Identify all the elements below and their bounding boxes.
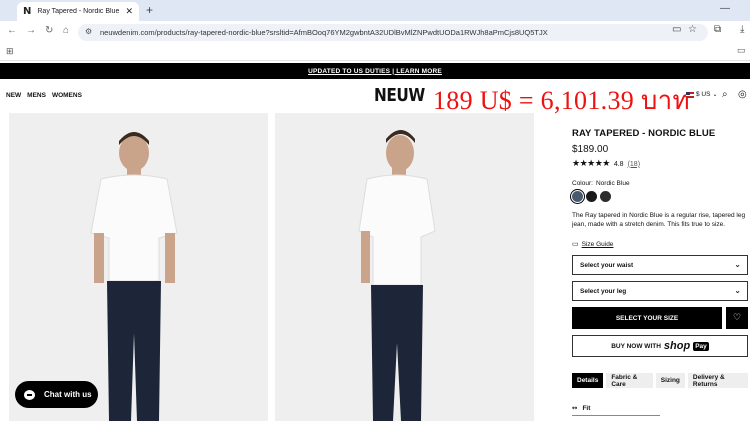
nav-womens[interactable]: WOMENS	[52, 92, 82, 99]
product-image-front[interactable]	[9, 113, 268, 421]
tab-fabric-care[interactable]: Fabric & Care	[606, 373, 653, 388]
star-rating-icon: ★★★★★	[572, 159, 610, 169]
tab-details[interactable]: Details	[572, 373, 604, 388]
chat-label: Chat with us	[44, 390, 92, 399]
fit-section: ↔ Fit	[572, 404, 590, 412]
colour-value: Nordic Blue	[595, 180, 630, 187]
browser-tab[interactable]: N Ray Tapered - Nordic Blue | Ne ✕	[17, 2, 139, 21]
minimize-icon[interactable]: —	[720, 3, 730, 14]
site-header: NEW MENS WOMENS NEUW 189 U$ = 6,101.39 บ…	[0, 79, 750, 115]
chat-icon	[24, 389, 35, 400]
tab-title: Ray Tapered - Nordic Blue | Ne	[37, 8, 121, 15]
address-bar[interactable]: ⚙ neuwdenim.com/products/ray-tapered-nor…	[78, 24, 708, 41]
waist-select[interactable]: Select your waist ⌄	[572, 255, 748, 275]
tab-delivery-returns[interactable]: Delivery & Returns	[687, 373, 748, 388]
product-description: The Ray tapered in Nordic Blue is a regu…	[572, 212, 746, 228]
product-image-side[interactable]	[275, 113, 534, 421]
colour-swatches	[570, 189, 748, 204]
chevron-down-icon: ⌄	[712, 91, 718, 98]
back-icon[interactable]: ←	[7, 25, 17, 36]
us-flag-icon	[686, 91, 694, 98]
product-rating: ★★★★★ 4.8 (18)	[572, 159, 748, 169]
product-title: RAY TAPERED - NORDIC BLUE	[572, 128, 716, 139]
promo-text[interactable]: UPDATED TO US DUTIES | LEARN MORE	[308, 68, 442, 75]
site-favicon-icon: N	[23, 6, 32, 17]
size-guide-label: Size Guide	[581, 240, 614, 248]
nav-mens[interactable]: MENS	[27, 92, 46, 99]
nav-new[interactable]: NEW	[6, 92, 21, 99]
folder-icon[interactable]: ▭	[737, 45, 746, 56]
leg-select-label: Select your leg	[580, 287, 627, 295]
shop-pay-button[interactable]: BUY NOW WITH shop Pay	[572, 335, 748, 357]
fit-label: Fit	[582, 404, 591, 412]
size-guide-link[interactable]: ▭ Size Guide	[572, 240, 748, 249]
extensions-icon[interactable]: ⧉	[714, 24, 721, 35]
currency-label: $ US	[696, 91, 711, 98]
download-icon[interactable]: ⤓	[740, 24, 744, 35]
select-size-button[interactable]: SELECT YOUR SIZE	[572, 307, 722, 329]
ruler-icon: ▭	[572, 241, 579, 248]
browser-toolbar: ← → ↻ ⌂ ⚙ neuwdenim.com/products/ray-tap…	[0, 21, 750, 43]
bookmarks-bar: ⊞ ▭	[0, 43, 750, 61]
review-count-link[interactable]: (18)	[628, 161, 640, 168]
url-text: neuwdenim.com/products/ray-tapered-nordi…	[100, 28, 548, 37]
shop-pay-logo-pay: Pay	[693, 341, 709, 351]
product-info: RAY TAPERED - NORDIC BLUE $189.00 ★★★★★ …	[570, 128, 748, 416]
product-tabs: Details Fabric & Care Sizing Delivery & …	[572, 373, 748, 388]
leg-select[interactable]: Select your leg ⌄	[572, 281, 748, 301]
wishlist-heart-icon[interactable]: ♡	[726, 307, 748, 329]
promo-banner[interactable]: UPDATED TO US DUTIES | LEARN MORE	[0, 63, 750, 79]
buy-now-label: BUY NOW WITH	[611, 342, 661, 350]
forward-icon[interactable]: →	[26, 25, 36, 36]
site-logo[interactable]: NEUW	[374, 85, 425, 106]
currency-selector[interactable]: $ US ⌄	[686, 91, 717, 98]
swatch-nordic-blue[interactable]	[570, 189, 585, 204]
swatch-black[interactable]	[586, 191, 597, 202]
site-info-icon[interactable]: ⚙	[85, 27, 92, 36]
main-nav: NEW MENS WOMENS	[6, 92, 82, 99]
shop-pay-logo-shop: shop	[663, 340, 691, 352]
reload-icon[interactable]: ↻	[45, 25, 53, 36]
swatch-charcoal[interactable]	[600, 191, 611, 202]
search-icon[interactable]: ⌕	[722, 89, 728, 100]
tab-sizing[interactable]: Sizing	[655, 373, 685, 388]
close-tab-icon[interactable]: ✕	[125, 6, 133, 17]
apps-grid-icon[interactable]: ⊞	[6, 46, 14, 57]
home-icon[interactable]: ⌂	[63, 25, 69, 36]
model-side-illustration	[275, 113, 534, 421]
colour-label-text: Colour:	[572, 180, 593, 187]
rating-value: 4.8	[613, 160, 624, 168]
fit-arrows-icon: ↔	[572, 404, 578, 412]
new-tab-button[interactable]: +	[146, 3, 153, 17]
account-icon[interactable]: ◎	[738, 89, 747, 100]
chevron-down-icon: ⌄	[734, 260, 741, 269]
chevron-down-icon: ⌄	[734, 286, 741, 295]
cast-icon[interactable]: ▭	[672, 24, 681, 35]
waist-select-label: Select your waist	[580, 261, 634, 269]
model-front-illustration	[9, 113, 268, 421]
bookmark-star-icon[interactable]: ☆	[688, 24, 697, 35]
fit-scale-line	[572, 415, 660, 416]
browser-tab-bar: N Ray Tapered - Nordic Blue | Ne ✕ + —	[0, 0, 750, 21]
product-price: $189.00	[572, 144, 609, 155]
chat-with-us-button[interactable]: Chat with us	[15, 381, 98, 408]
colour-label: Colour: Nordic Blue	[572, 180, 748, 187]
